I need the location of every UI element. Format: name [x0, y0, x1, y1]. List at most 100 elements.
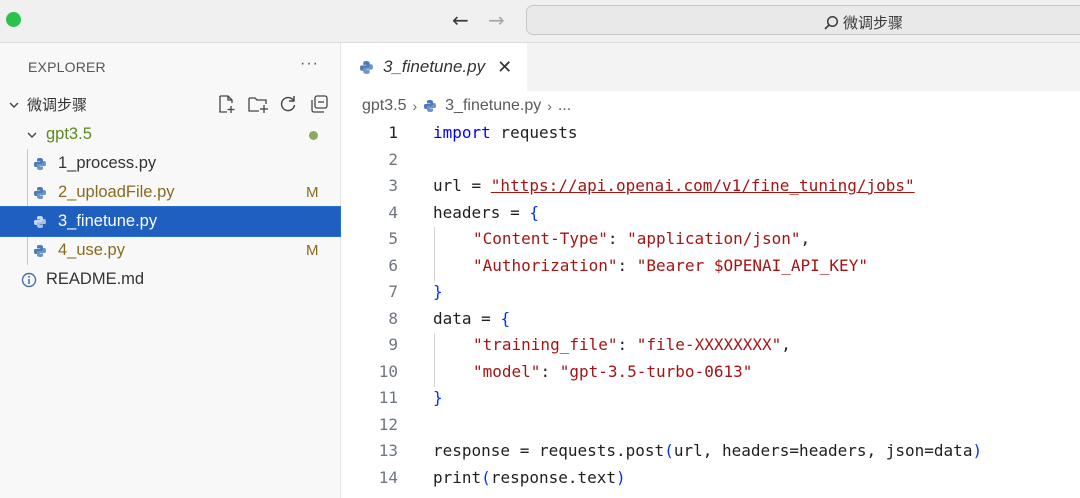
- python-file-icon: [33, 186, 47, 200]
- string-key: "model": [473, 362, 541, 381]
- string-value: "application/json": [627, 229, 801, 248]
- code-text: response.text: [490, 468, 617, 487]
- code-line-3: url = "https://api.openai.com/v1/fine_tu…: [433, 176, 915, 195]
- breadcrumb: gpt3.5 › 3_finetune.py › ...: [362, 93, 571, 119]
- tab-3-finetune[interactable]: 3_finetune.py ✕: [341, 43, 527, 91]
- code-text: :: [607, 229, 628, 248]
- file-label: 2_uploadFile.py: [58, 183, 175, 201]
- string-value: "Bearer $OPENAI_API_KEY": [636, 256, 868, 275]
- file-4-use[interactable]: 4_use.py M: [0, 236, 340, 265]
- breadcrumb-symbols[interactable]: ...: [558, 97, 571, 115]
- keyword-import: import: [433, 123, 491, 142]
- collapse-all-icon[interactable]: [309, 94, 331, 116]
- chevron-right-icon: ›: [547, 98, 552, 114]
- new-folder-icon[interactable]: [247, 94, 269, 116]
- code-editor[interactable]: 1 2 3 4 5 6 7 8 9 10 11 12 13 14 import …: [341, 119, 1080, 498]
- file-label: 1_process.py: [58, 154, 157, 172]
- explorer-actions: [216, 94, 331, 116]
- code-text: print: [433, 468, 482, 487]
- breadcrumb-folder[interactable]: gpt3.5: [362, 97, 406, 115]
- brace: }: [433, 388, 443, 407]
- indent-guide: [434, 227, 435, 281]
- refresh-icon[interactable]: [278, 94, 300, 116]
- modified-badge: M: [306, 184, 319, 201]
- file-label: README.md: [46, 270, 145, 288]
- line-number: 5: [388, 229, 398, 248]
- code-text: response = requests.post: [433, 441, 665, 460]
- code-line-7: }: [433, 282, 443, 301]
- close-icon[interactable]: ✕: [497, 57, 512, 78]
- brace: {: [500, 309, 511, 328]
- string-key: "Authorization": [473, 256, 618, 275]
- code-line-11: }: [433, 388, 443, 407]
- paren: (: [664, 441, 674, 460]
- line-number: 3: [388, 176, 398, 195]
- file-2-uploadfile[interactable]: 2_uploadFile.py M: [0, 178, 340, 207]
- breadcrumb-file[interactable]: 3_finetune.py: [445, 97, 541, 115]
- line-number: 12: [378, 415, 398, 434]
- editor-tab-bar: 3_finetune.py ✕: [341, 43, 1080, 91]
- forward-arrow-icon[interactable]: →: [488, 8, 505, 32]
- brace: }: [433, 282, 443, 301]
- python-file-icon: [423, 99, 437, 113]
- indent-guide: [434, 333, 435, 387]
- file-label: 3_finetune.py: [58, 212, 158, 230]
- back-arrow-icon[interactable]: ←: [452, 8, 469, 32]
- root-folder-label: 微调步骤: [27, 97, 88, 114]
- string-value: "file-XXXXXXXX": [636, 335, 782, 354]
- paren: ): [616, 468, 626, 487]
- code-text: headers =: [433, 203, 530, 222]
- line-number: 4: [388, 203, 398, 222]
- file-1-process[interactable]: 1_process.py: [0, 149, 340, 178]
- code-line-13: response = requests.post(url, headers=he…: [433, 441, 982, 460]
- explorer-sidebar: EXPLORER ··· 微调步骤 gpt3.5 1_process.py 2_…: [0, 43, 341, 498]
- code-text: :: [540, 362, 560, 381]
- code-text: data =: [433, 309, 501, 328]
- line-number: 10: [378, 362, 398, 381]
- command-center-search[interactable]: 微调步骤: [526, 5, 1080, 35]
- window-close-dot[interactable]: [6, 12, 21, 27]
- file-3-finetune-selected[interactable]: 3_finetune.py: [0, 206, 341, 237]
- search-text: 微调步骤: [843, 15, 904, 32]
- python-file-icon: [33, 157, 47, 171]
- line-number: 9: [388, 335, 398, 354]
- string-value: "gpt-3.5-turbo-0613": [559, 362, 753, 381]
- code-text: ,: [800, 229, 811, 248]
- code-text: url =: [433, 176, 491, 195]
- code-line-8: data = {: [433, 309, 510, 328]
- code-line-6: "Authorization": "Bearer $OPENAI_API_KEY…: [473, 256, 868, 275]
- line-number: 8: [388, 309, 398, 328]
- file-label: 4_use.py: [58, 241, 125, 259]
- line-number: 2: [388, 150, 398, 169]
- info-icon: [21, 272, 37, 288]
- paren: ): [972, 441, 983, 460]
- tab-label: 3_finetune.py: [383, 57, 486, 76]
- search-icon: [823, 15, 839, 31]
- chevron-down-icon: [7, 99, 21, 111]
- modified-dot: [309, 131, 318, 140]
- chevron-right-icon: ›: [412, 98, 418, 114]
- explorer-header: EXPLORER: [28, 59, 106, 75]
- brace: {: [529, 203, 539, 222]
- code-text: url, headers=headers, json=data: [673, 441, 973, 460]
- code-line-9: "training_file": "file-XXXXXXXX",: [473, 335, 791, 354]
- code-line-5: "Content-Type": "application/json",: [473, 229, 810, 248]
- new-file-icon[interactable]: [216, 94, 238, 116]
- string-key: "training_file": [473, 335, 618, 354]
- code-text: ,: [781, 335, 791, 354]
- line-number: 7: [388, 282, 398, 301]
- line-number: 11: [378, 388, 398, 407]
- code-line-10: "model": "gpt-3.5-turbo-0613": [473, 362, 752, 381]
- line-number: 1: [388, 123, 398, 142]
- file-readme[interactable]: README.md: [0, 265, 340, 294]
- code-text: :: [617, 335, 637, 354]
- code-line-1: import requests: [433, 123, 578, 142]
- title-bar: ← → 微调步骤: [0, 0, 1080, 43]
- more-actions-icon[interactable]: ···: [300, 55, 319, 73]
- string-key: "Content-Type": [473, 229, 608, 248]
- url-link[interactable]: "https://api.openai.com/v1/fine_tuning/j…: [491, 176, 915, 195]
- folder-label: gpt3.5: [46, 125, 92, 143]
- line-number: 14: [378, 468, 398, 487]
- folder-gpt3-5[interactable]: gpt3.5: [0, 120, 340, 149]
- python-file-icon: [33, 215, 47, 229]
